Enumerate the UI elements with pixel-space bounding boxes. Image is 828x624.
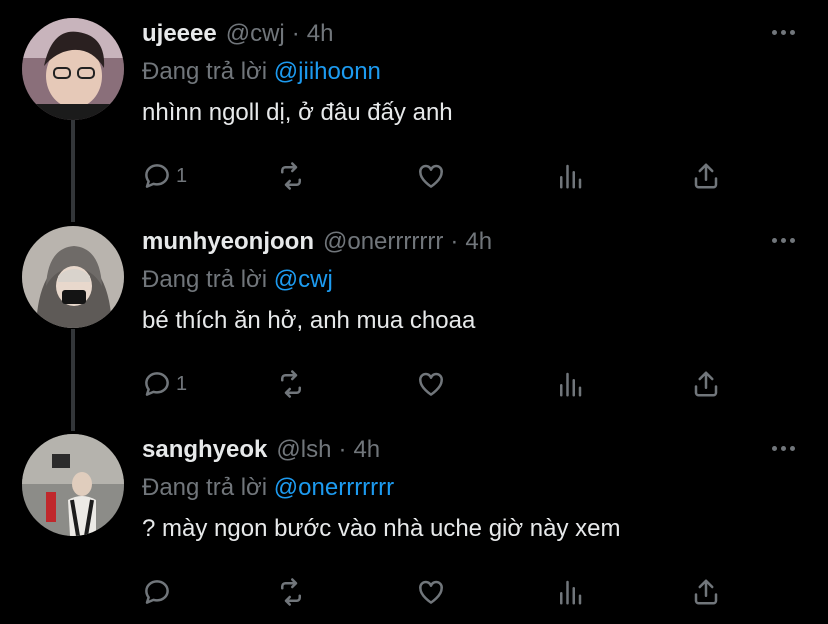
- replying-to: Đang trả lời @onerrrrrrr: [142, 474, 394, 502]
- user-handle[interactable]: @onerrrrrrr: [323, 228, 443, 256]
- reply-mention[interactable]: @jiihoonn: [274, 58, 381, 85]
- share-button[interactable]: [691, 158, 721, 194]
- tweet-actions: 1: [0, 158, 828, 194]
- user-handle[interactable]: @lsh: [276, 436, 331, 464]
- share-button[interactable]: [691, 366, 721, 402]
- retweet-icon: [281, 162, 301, 190]
- separator-dot: ·: [338, 436, 347, 463]
- tweet-actions: [0, 574, 828, 610]
- retweet-icon: [281, 370, 301, 398]
- heart-icon: [419, 164, 443, 188]
- like-button[interactable]: [416, 574, 446, 610]
- retweet-icon: [281, 578, 301, 606]
- retweet-button[interactable]: [276, 366, 306, 402]
- avatar[interactable]: [22, 434, 124, 536]
- avatar-photo: [22, 226, 124, 328]
- avatar-photo: [22, 18, 124, 120]
- analytics-button[interactable]: [555, 158, 585, 194]
- timestamp[interactable]: 4h: [307, 20, 334, 48]
- reply-prefix: Đang trả lời: [142, 266, 268, 293]
- user-handle[interactable]: @cwj: [226, 20, 285, 48]
- more-options-icon[interactable]: [772, 230, 800, 250]
- more-options-icon[interactable]: [772, 438, 800, 458]
- tweet-header: munhyeonjoon @onerrrrrrr · 4h: [142, 228, 492, 260]
- tweet-header: ujeeee @cwj · 4h: [142, 20, 333, 52]
- retweet-button[interactable]: [276, 158, 306, 194]
- like-button[interactable]: [416, 158, 446, 194]
- display-name[interactable]: ujeeee: [142, 20, 217, 48]
- like-button[interactable]: [416, 366, 446, 402]
- tweet-actions: 1: [0, 366, 828, 402]
- reply-button[interactable]: [142, 574, 176, 610]
- reply-icon: [145, 580, 169, 604]
- reply-icon: [145, 164, 169, 188]
- tweet-header: sanghyeok @lsh · 4h: [142, 436, 380, 468]
- reply-count: 1: [176, 164, 188, 187]
- replying-to: Đang trả lời @cwj: [142, 266, 333, 294]
- retweet-button[interactable]: [276, 574, 306, 610]
- more-options-icon[interactable]: [772, 22, 800, 42]
- display-name[interactable]: sanghyeok: [142, 436, 267, 464]
- share-button[interactable]: [691, 574, 721, 610]
- avatar-photo: [22, 434, 124, 536]
- timestamp[interactable]: 4h: [353, 436, 380, 464]
- reply-mention[interactable]: @cwj: [274, 266, 333, 293]
- tweet-text: nhìnn ngoll dị, ở đâu đấy anh: [142, 99, 453, 126]
- reply-button[interactable]: 1: [142, 366, 187, 402]
- display-name[interactable]: munhyeonjoon: [142, 228, 314, 256]
- reply-button[interactable]: 1: [142, 158, 187, 194]
- analytics-button[interactable]: [555, 366, 585, 402]
- tweet[interactable]: ujeeee @cwj · 4h Đang trả lời @jiihoonn …: [0, 0, 828, 208]
- heart-icon: [419, 372, 443, 396]
- avatar[interactable]: [22, 226, 124, 328]
- reply-icon: [145, 372, 169, 396]
- share-icon: [694, 163, 718, 189]
- share-icon: [694, 579, 718, 605]
- reply-prefix: Đang trả lời: [142, 58, 268, 85]
- separator-dot: ·: [291, 20, 300, 47]
- tweet[interactable]: sanghyeok @lsh · 4h Đang trả lời @onerrr…: [0, 416, 828, 624]
- reply-mention[interactable]: @onerrrrrrr: [274, 474, 394, 501]
- analytics-button[interactable]: [555, 574, 585, 610]
- analytics-icon: [560, 372, 582, 397]
- reply-prefix: Đang trả lời: [142, 474, 268, 501]
- reply-count: 1: [176, 372, 188, 395]
- separator-dot: ·: [450, 228, 459, 255]
- avatar[interactable]: [22, 18, 124, 120]
- tweet[interactable]: munhyeonjoon @onerrrrrrr · 4h Đang trả l…: [0, 208, 828, 416]
- tweet-text: bé thích ăn hở, anh mua choaa: [142, 307, 476, 334]
- timestamp[interactable]: 4h: [465, 228, 492, 256]
- share-icon: [694, 371, 718, 397]
- heart-icon: [419, 580, 443, 604]
- analytics-icon: [560, 580, 582, 605]
- replying-to: Đang trả lời @jiihoonn: [142, 58, 381, 86]
- tweet-text: ? mày ngon bước vào nhà uche giờ này xem: [142, 515, 621, 542]
- analytics-icon: [560, 164, 582, 189]
